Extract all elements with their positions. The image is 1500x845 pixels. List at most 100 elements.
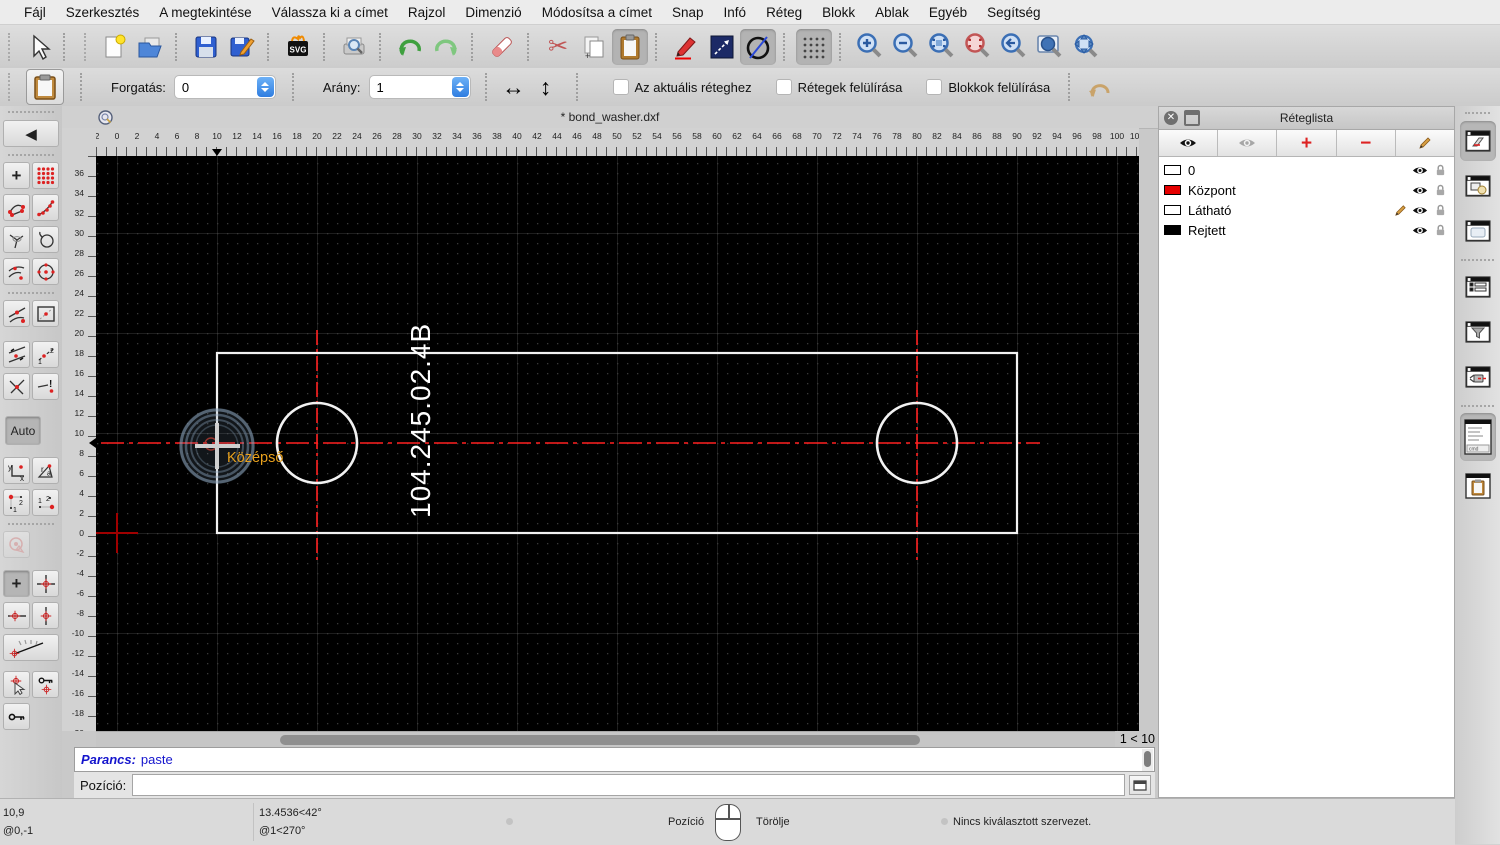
flip-horizontal-button[interactable]: ↔ <box>498 69 530 105</box>
restrict-parallel-button[interactable] <box>3 341 30 368</box>
snap-middle-button[interactable] <box>3 300 30 327</box>
layer-color-swatch[interactable] <box>1164 225 1181 235</box>
paste-button[interactable] <box>612 28 648 65</box>
scale-stepper[interactable] <box>451 77 469 97</box>
dock-block-list-button[interactable] <box>1460 166 1496 206</box>
dock-entity-list-button[interactable] <box>1460 267 1496 307</box>
checkbox-current-layer[interactable]: Az aktuális réteghez <box>612 79 752 95</box>
dock-selection-filter-button[interactable] <box>1460 312 1496 352</box>
cut-button[interactable]: ✂ <box>540 29 576 65</box>
snap-endpoints-button[interactable] <box>3 194 30 221</box>
dock-layer-list-button[interactable] <box>1459 121 1496 161</box>
snap-center-button[interactable] <box>32 258 59 285</box>
checkbox-overwrite-layers[interactable]: Rétegek felülírása <box>775 79 902 95</box>
menu-dimension[interactable]: Dimenzió <box>455 5 531 20</box>
snap-grid-button[interactable] <box>32 162 59 189</box>
snap-distance-button[interactable]: 12 <box>32 341 59 368</box>
zoom-window-button[interactable] <box>1032 29 1068 65</box>
layer-visibility-icon[interactable] <box>1410 185 1430 196</box>
back-action-button[interactable] <box>1081 69 1117 105</box>
horizontal-scrollbar[interactable] <box>96 731 1115 748</box>
layer-lock-icon[interactable] <box>1430 204 1450 217</box>
snap-on-entity-button[interactable] <box>32 194 59 221</box>
flip-vertical-button[interactable]: ↕ <box>530 69 562 105</box>
menu-edit[interactable]: Szerkesztés <box>56 5 150 20</box>
menu-select[interactable]: Válassza ki a címet <box>262 5 398 20</box>
layer-color-swatch[interactable] <box>1164 205 1181 215</box>
rotation-stepper[interactable] <box>256 77 274 97</box>
checkbox-current-layer-box[interactable] <box>612 79 629 95</box>
zoom-pan-button[interactable] <box>1068 29 1104 65</box>
dock-library-browser-button[interactable] <box>1460 211 1496 251</box>
undo-button[interactable] <box>392 29 428 65</box>
snap-intersection-button[interactable] <box>3 373 30 400</box>
draw-line-button[interactable] <box>704 29 740 65</box>
restrict-nothing-button[interactable]: ! <box>32 373 59 400</box>
zoom-selection-button[interactable] <box>960 29 996 65</box>
scale-spinbox[interactable] <box>368 75 471 99</box>
float-panel-icon[interactable] <box>1184 110 1200 126</box>
menu-view[interactable]: A megtekintése <box>149 5 261 20</box>
command-options-button[interactable] <box>1129 775 1151 795</box>
restrict-horizontal-button[interactable] <box>3 602 30 629</box>
zoom-previous-button[interactable] <box>996 29 1032 65</box>
auto-snap-button[interactable]: Auto <box>5 416 41 445</box>
snap-reference-button[interactable] <box>32 300 59 327</box>
layer-lock-icon[interactable] <box>1430 184 1450 197</box>
corner-point1-button[interactable]: 12 <box>3 489 30 516</box>
coordinate-polar-button[interactable]: ra <box>32 457 59 484</box>
rotation-input[interactable] <box>174 79 257 95</box>
hide-all-layers-button[interactable] <box>1218 130 1278 156</box>
menu-modify[interactable]: Módosítsa a címet <box>532 5 662 20</box>
restrict-orthogonal-button[interactable] <box>3 531 30 558</box>
document-titlebar[interactable]: * bond_washer.dxf <box>62 106 1158 129</box>
lock-relative-zero-button[interactable] <box>32 671 59 698</box>
angle-gauge-button[interactable] <box>3 634 59 661</box>
new-document-button[interactable] <box>96 29 132 65</box>
export-svg-button[interactable]: SVG <box>280 29 316 65</box>
checkbox-overwrite-layers-box[interactable] <box>775 79 792 95</box>
copy-button[interactable]: + <box>576 29 612 65</box>
pick-coordinate-button[interactable] <box>3 671 30 698</box>
snap-free-button[interactable]: + <box>3 162 30 189</box>
layer-row[interactable]: Központ <box>1159 180 1454 200</box>
add-layer-button[interactable]: + <box>1277 130 1337 156</box>
command-history-scrollbar[interactable] <box>1142 749 1153 771</box>
layer-lock-icon[interactable] <box>1430 164 1450 177</box>
checkbox-overwrite-blocks[interactable]: Blokkok felülírása <box>926 79 1050 95</box>
save-as-button[interactable] <box>224 29 260 65</box>
dock-pen-settings-button[interactable] <box>1460 357 1496 397</box>
draw-freehand-button[interactable] <box>668 29 704 65</box>
dock-command-widget-button[interactable]: cmd <box>1459 413 1496 461</box>
restrict-vertical-button[interactable] <box>32 602 59 629</box>
menu-window[interactable]: Ablak <box>865 5 919 20</box>
checkbox-overwrite-blocks-box[interactable] <box>926 79 943 95</box>
coordinate-cartesian-button[interactable]: yx <box>3 457 30 484</box>
edit-layer-button[interactable] <box>1395 130 1455 156</box>
paste-options-button[interactable] <box>26 69 64 105</box>
corner-point2-button[interactable]: 12 <box>32 489 59 516</box>
layer-row[interactable]: 0 <box>1159 160 1454 180</box>
layer-visibility-icon[interactable] <box>1410 205 1430 216</box>
menu-block[interactable]: Blokk <box>812 5 865 20</box>
delete-eraser-button[interactable] <box>484 29 520 65</box>
menu-snap[interactable]: Snap <box>662 5 714 20</box>
zoom-out-button[interactable] <box>888 29 924 65</box>
drawing-canvas[interactable]: 104.245.02.4B Középső <box>96 156 1139 731</box>
draw-circle-button[interactable] <box>740 28 776 65</box>
print-preview-button[interactable] <box>336 29 372 65</box>
open-file-button[interactable] <box>132 29 168 65</box>
menu-file[interactable]: Fájl <box>14 5 56 20</box>
save-button[interactable] <box>188 29 224 65</box>
show-all-layers-button[interactable] <box>1159 130 1219 156</box>
snap-nearest-button[interactable] <box>3 258 30 285</box>
layer-visibility-icon[interactable] <box>1410 165 1430 176</box>
zoom-in-button[interactable] <box>852 29 888 65</box>
horizontal-scrollbar-thumb[interactable] <box>280 735 920 745</box>
menu-info[interactable]: Infó <box>714 5 757 20</box>
snap-relative-zero-button[interactable] <box>32 570 59 597</box>
zoom-auto-button[interactable] <box>924 29 960 65</box>
layer-row[interactable]: Rejtett <box>1159 220 1454 240</box>
rotation-spinbox[interactable] <box>173 75 276 99</box>
layer-lock-icon[interactable] <box>1430 224 1450 237</box>
